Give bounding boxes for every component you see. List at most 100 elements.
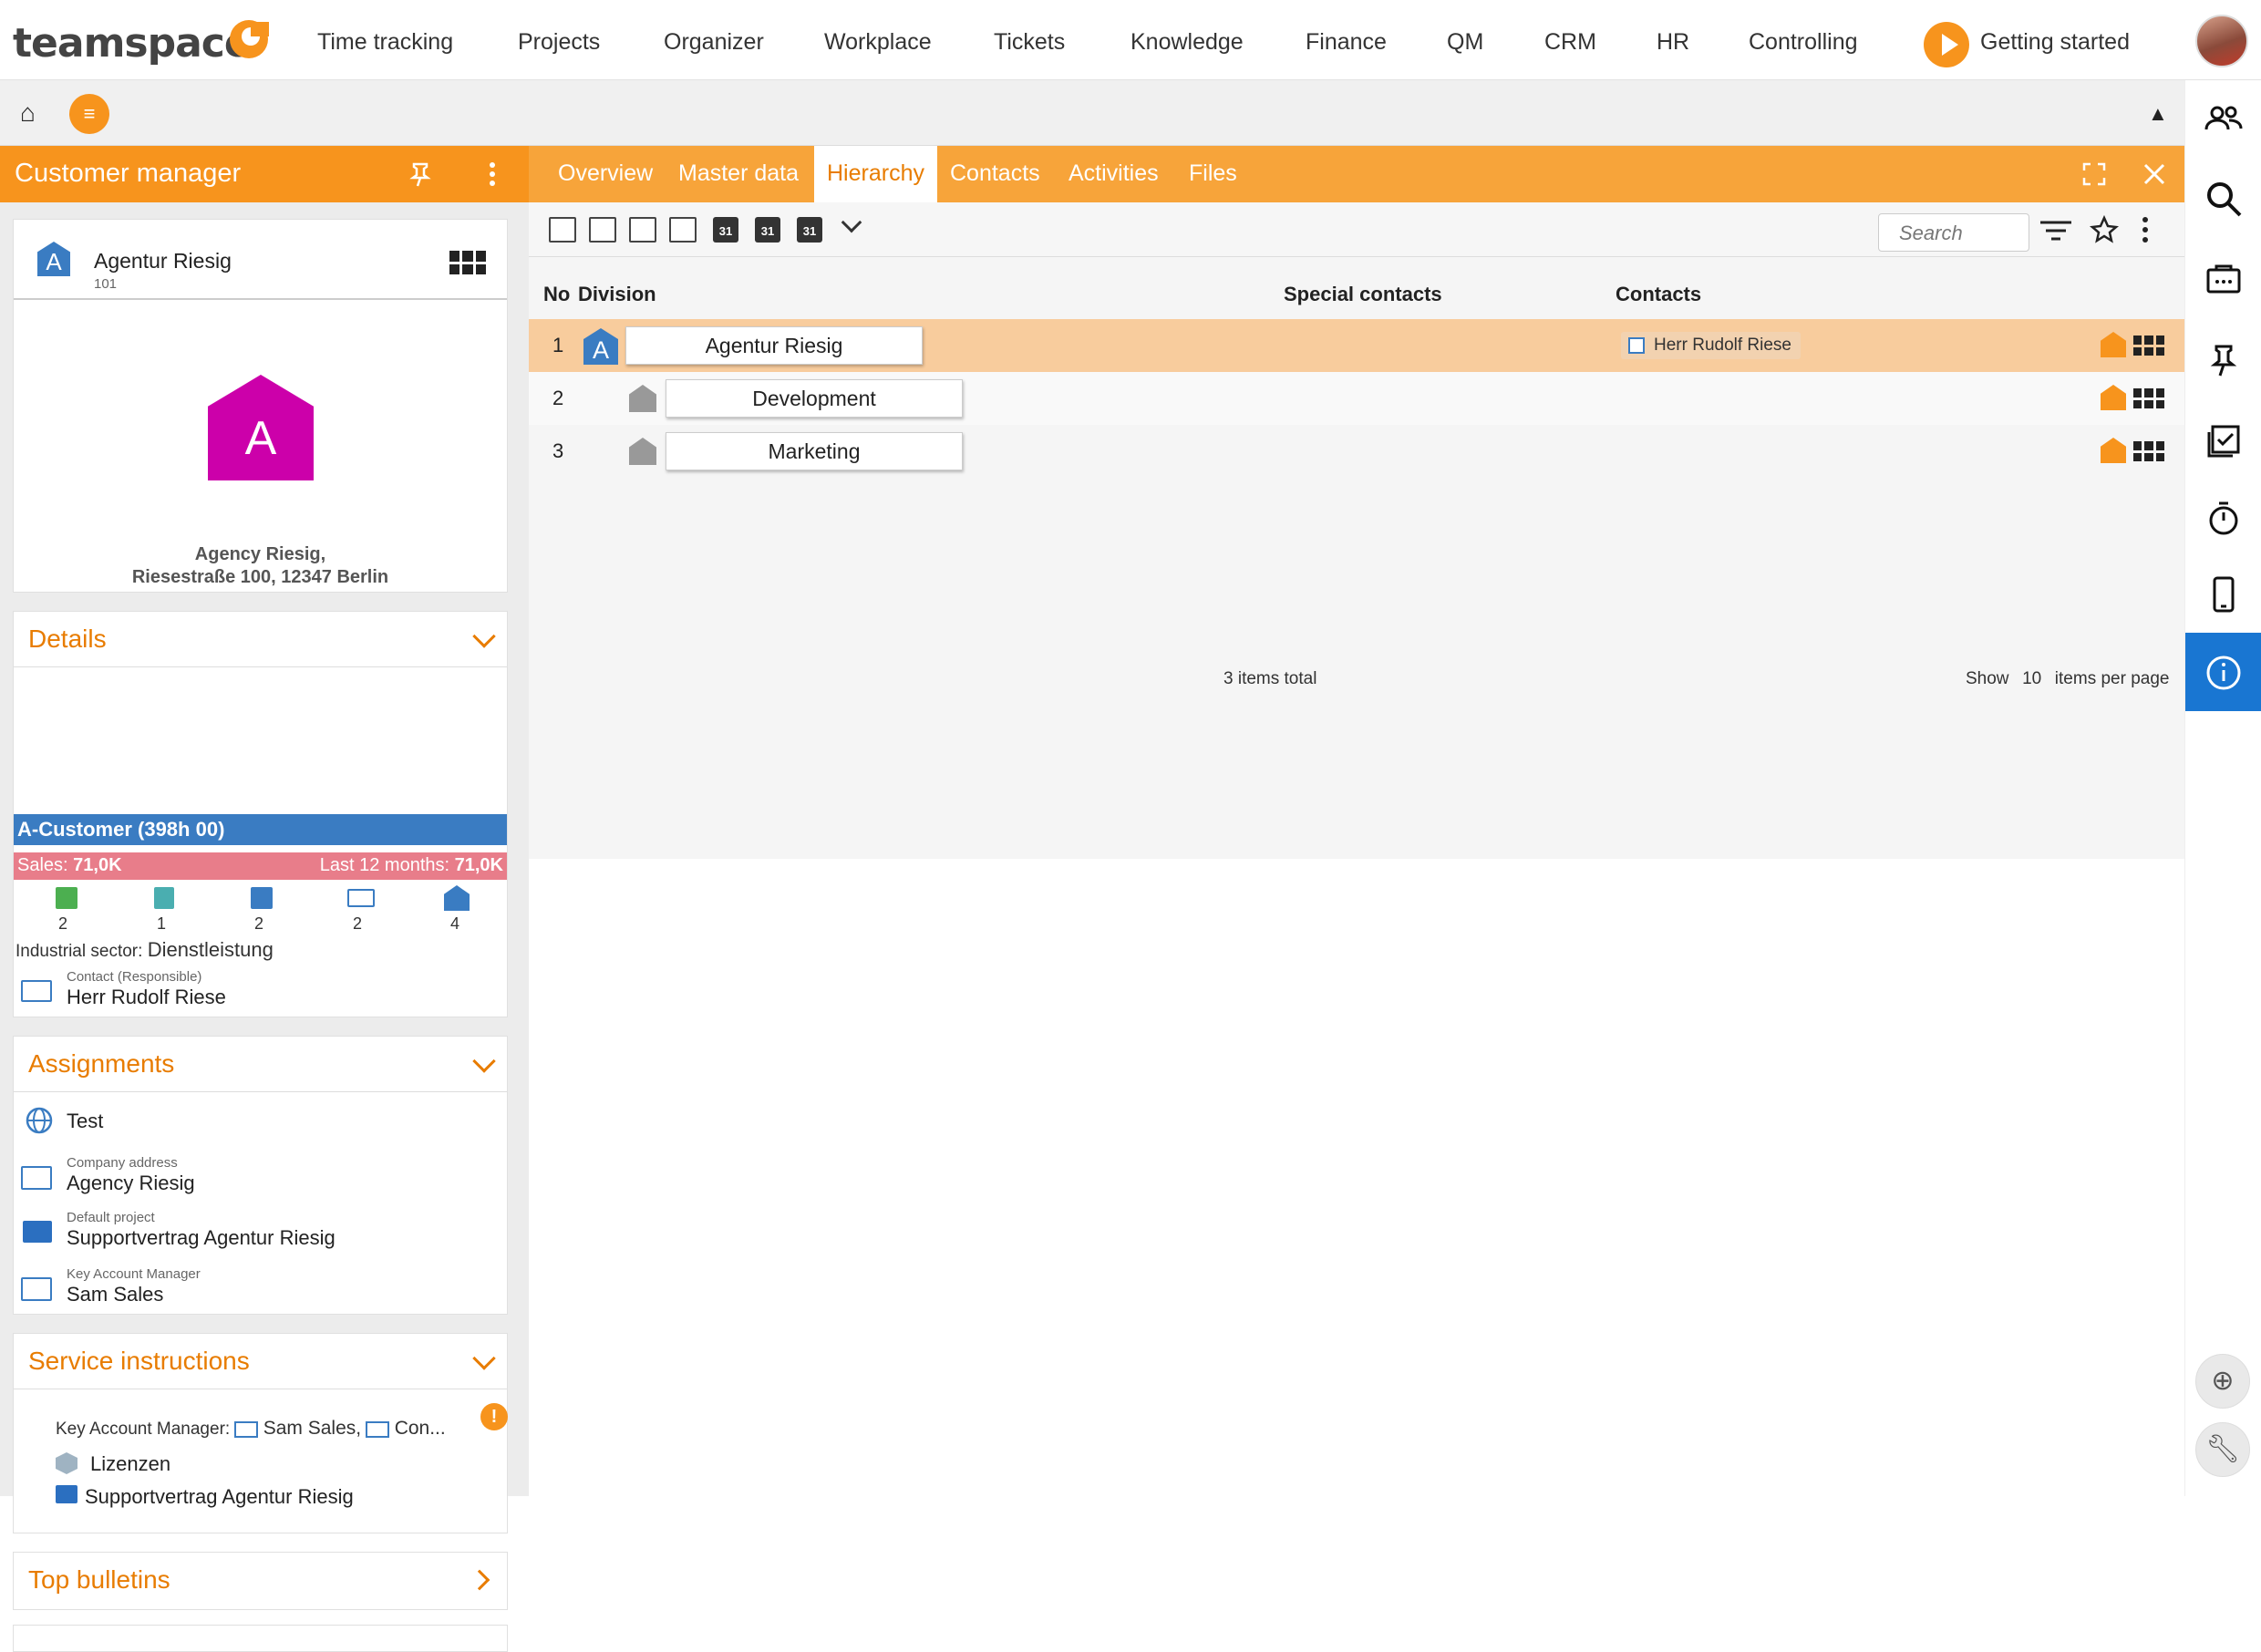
tab-hierarchy[interactable]: Hierarchy <box>814 146 937 202</box>
nav-controlling[interactable]: Controlling <box>1749 29 1858 56</box>
chevron-right-icon[interactable] <box>469 1569 490 1591</box>
chevron-down-icon[interactable] <box>841 212 862 233</box>
getting-started-link[interactable]: Getting started <box>1980 29 2130 56</box>
calendar-week-icon[interactable]: 31 <box>755 217 780 243</box>
house-icon[interactable] <box>444 885 470 911</box>
header-special-contacts[interactable]: Special contacts <box>1284 283 1442 306</box>
detail-view-icon[interactable] <box>589 217 616 243</box>
add-doc-icon[interactable] <box>251 887 273 909</box>
info-panel-button[interactable] <box>2185 633 2261 711</box>
star-icon[interactable] <box>2090 215 2119 244</box>
key-account-value[interactable]: Sam Sales <box>67 1283 163 1306</box>
fullscreen-icon[interactable] <box>2082 162 2106 186</box>
chart-view-icon[interactable] <box>669 217 697 243</box>
tab-activities[interactable]: Activities <box>1069 160 1159 187</box>
home-icon[interactable]: ⌂ <box>20 98 36 128</box>
nav-organizer[interactable]: Organizer <box>664 29 764 56</box>
apps-grid-icon[interactable] <box>2133 336 2164 356</box>
calendar-day-icon[interactable]: 31 <box>713 217 738 243</box>
key-account-icon <box>21 1277 52 1301</box>
company-address-value[interactable]: Agency Riesig <box>67 1172 195 1195</box>
right-sidebar <box>2184 80 2261 1496</box>
logo-mark-icon <box>230 20 269 58</box>
nav-tickets[interactable]: Tickets <box>994 29 1065 56</box>
collapse-up-icon[interactable]: ▲ <box>2148 102 2168 126</box>
chevron-down-icon[interactable] <box>472 625 496 648</box>
nav-projects[interactable]: Projects <box>518 29 600 56</box>
people-icon[interactable] <box>2202 98 2246 142</box>
contact-doc-icon[interactable] <box>154 887 174 909</box>
apps-grid-icon[interactable] <box>449 251 486 274</box>
tab-contacts[interactable]: Contacts <box>950 160 1040 187</box>
filter-icon[interactable] <box>2039 219 2073 244</box>
stopwatch-icon[interactable] <box>2202 496 2246 540</box>
header-contacts[interactable]: Contacts <box>1616 283 1701 306</box>
play-icon[interactable] <box>1924 22 1969 67</box>
division-name[interactable]: Development <box>666 379 963 418</box>
top-bulletins-card[interactable]: Top bulletins <box>13 1552 508 1610</box>
mobile-icon[interactable] <box>2202 573 2246 616</box>
add-icon[interactable]: ⊕ <box>2195 1354 2250 1409</box>
pin-icon[interactable] <box>2202 337 2246 381</box>
house-icon[interactable] <box>2101 438 2126 463</box>
assignment-value[interactable]: Test <box>67 1110 103 1133</box>
chevron-down-icon[interactable] <box>472 1049 496 1073</box>
tab-overview[interactable]: Overview <box>558 160 653 187</box>
contact-value[interactable]: Herr Rudolf Riese <box>67 986 226 1009</box>
warning-icon[interactable]: ! <box>480 1403 508 1430</box>
nav-finance[interactable]: Finance <box>1306 29 1387 56</box>
chevron-down-icon[interactable] <box>472 1347 496 1370</box>
nav-qm[interactable]: QM <box>1447 29 1483 56</box>
company-name: Agentur Riesig <box>94 249 232 273</box>
close-icon[interactable] <box>2142 162 2166 186</box>
pin-icon[interactable] <box>407 160 434 188</box>
contact-card-icon[interactable] <box>347 889 375 907</box>
tasks-icon[interactable] <box>2202 418 2246 461</box>
star-doc-icon[interactable] <box>56 887 77 909</box>
nav-time-tracking[interactable]: Time tracking <box>317 29 453 56</box>
app-logo[interactable]: teamspace <box>13 20 252 67</box>
assignments-title[interactable]: Assignments <box>28 1049 174 1079</box>
table-row[interactable]: 1 A Agentur Riesig Herr Rudolf Riese <box>529 319 2184 372</box>
service-title[interactable]: Service instructions <box>28 1347 250 1376</box>
bulletins-title[interactable]: Top bulletins <box>28 1565 170 1595</box>
house-icon[interactable] <box>2101 332 2126 357</box>
service-item-licenses[interactable]: Lizenzen <box>90 1452 170 1476</box>
tab-files[interactable]: Files <box>1189 160 1237 187</box>
table-row[interactable]: 2 Development <box>529 372 2184 425</box>
inbox-icon[interactable] <box>2202 257 2246 301</box>
company-header[interactable]: A Agentur Riesig 101 <box>14 220 507 300</box>
details-title[interactable]: Details <box>28 625 107 654</box>
search-input[interactable]: Search <box>1878 213 2029 252</box>
default-project-value[interactable]: Supportvertrag Agentur Riesig <box>67 1226 336 1250</box>
division-name[interactable]: Agentur Riesig <box>625 326 923 365</box>
house-icon[interactable] <box>2101 385 2126 410</box>
nav-crm[interactable]: CRM <box>1544 29 1596 56</box>
table-row[interactable]: 3 Marketing <box>529 425 2184 478</box>
tile-view-icon[interactable] <box>629 217 656 243</box>
more-vert-icon[interactable] <box>2139 215 2152 244</box>
tab-master-data[interactable]: Master data <box>678 160 799 187</box>
nav-workplace[interactable]: Workplace <box>824 29 932 56</box>
panel-title: Customer manager <box>15 159 242 188</box>
calendar-month-icon[interactable]: 31 <box>797 217 822 243</box>
header-division[interactable]: Division <box>578 283 656 306</box>
apps-grid-icon[interactable] <box>2133 441 2164 461</box>
service-item-contract[interactable]: Supportvertrag Agentur Riesig <box>85 1485 354 1509</box>
more-vert-icon[interactable] <box>483 160 501 188</box>
key-account-label: Key Account Manager <box>67 1266 201 1282</box>
company-address-line1: Agency Riesig, <box>194 544 326 564</box>
apps-grid-icon[interactable] <box>2133 388 2164 408</box>
division-name[interactable]: Marketing <box>666 432 963 470</box>
header-no[interactable]: No <box>543 283 570 306</box>
contact-label: Contact (Responsible) <box>67 969 202 985</box>
list-view-icon[interactable] <box>549 217 576 243</box>
nav-hr[interactable]: HR <box>1657 29 1689 56</box>
contact-chip[interactable]: Herr Rudolf Riese <box>1621 332 1801 359</box>
user-avatar[interactable] <box>2195 15 2248 67</box>
menu-button[interactable]: ≡ <box>69 94 109 134</box>
per-page-select[interactable]: 10 <box>2022 669 2041 689</box>
nav-knowledge[interactable]: Knowledge <box>1130 29 1244 56</box>
search-icon[interactable] <box>2202 177 2246 221</box>
wrench-icon[interactable]: 🔧︎ <box>2195 1422 2250 1477</box>
